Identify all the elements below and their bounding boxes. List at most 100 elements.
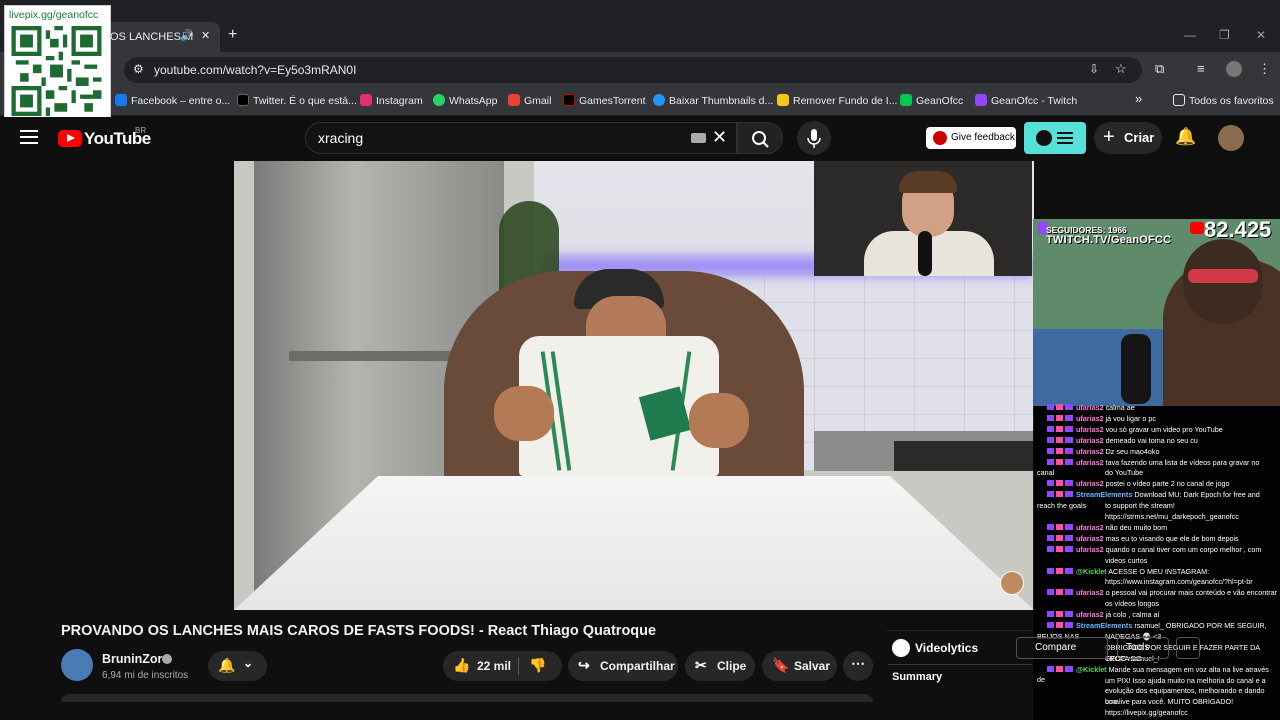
- qr-label: livepix.gg/geanofcc: [9, 9, 99, 21]
- videolytics-toggle-button[interactable]: [1024, 122, 1086, 154]
- close-window-button[interactable]: ✕: [1256, 28, 1266, 42]
- videolytics-title: Videolytics: [915, 641, 979, 655]
- chat-username: @Kicklet: [1076, 566, 1107, 576]
- channel-watermark-avatar[interactable]: [1000, 571, 1024, 595]
- new-tab-button[interactable]: +: [228, 26, 237, 44]
- keyboard-icon[interactable]: [691, 133, 706, 143]
- all-favorites[interactable]: Todos os favoritos: [1173, 94, 1274, 107]
- bookmark-twitter[interactable]: Twitter. É o que está...: [237, 94, 357, 107]
- chat-badge-icon: [1047, 447, 1073, 454]
- kick-icon: [900, 94, 912, 106]
- search-icon: [752, 131, 769, 148]
- chat-message: ufarias2 não deu muito bom: [1037, 523, 1277, 534]
- bookmark-twitch[interactable]: GeanOfcc - Twitch: [975, 94, 1077, 107]
- share-button[interactable]: ↪ Compartilhar: [568, 651, 678, 681]
- star-icon[interactable]: ☆: [1115, 61, 1127, 77]
- hamburger-menu-icon[interactable]: [20, 130, 38, 144]
- bookmark-gamestorrent[interactable]: GamesTorrent: [563, 94, 646, 107]
- verified-icon: [162, 654, 172, 664]
- search-box[interactable]: [305, 122, 737, 154]
- site-info-icon[interactable]: ⚙: [133, 62, 144, 76]
- bookmark-instagram[interactable]: Instagram: [360, 94, 423, 107]
- search-button[interactable]: [737, 122, 783, 154]
- chat-username: ufarias2: [1076, 533, 1104, 543]
- videolytics-more-button[interactable]: [1176, 637, 1200, 659]
- chat-badge-icon: [1047, 425, 1073, 432]
- feedback-logo-icon: [933, 131, 947, 145]
- chat-username: @Kicklet: [1076, 664, 1107, 674]
- chat-username: StreamElements: [1076, 490, 1133, 500]
- media-icon[interactable]: ≡: [1197, 61, 1205, 76]
- close-icon[interactable]: ✕: [201, 29, 210, 42]
- search-input[interactable]: xracing: [318, 130, 363, 146]
- bookmarks-overflow[interactable]: »: [1135, 91, 1142, 106]
- chat-message: ufarias2 já colo , calma aí: [1037, 610, 1277, 621]
- description-box[interactable]: [61, 694, 873, 702]
- minimize-button[interactable]: —: [1184, 28, 1196, 42]
- bookmark-facebook[interactable]: Facebook – entre o...: [115, 94, 230, 107]
- chat-message: do YouTube: [1105, 468, 1144, 478]
- save-button[interactable]: 🔖 Salvar: [762, 651, 837, 681]
- subscriber-text: 6,94 mi de inscritos: [102, 670, 189, 681]
- x-icon: [237, 94, 249, 106]
- profile-avatar[interactable]: [1226, 61, 1242, 77]
- bell-icon: 🔔: [218, 657, 236, 673]
- more-vert-icon[interactable]: ⋮: [1258, 61, 1271, 77]
- chat-message: ufarias2 demeado vai toma no seu cu: [1037, 436, 1277, 447]
- video-scene-right-hand: [689, 393, 749, 448]
- scissors-icon: ✂: [695, 657, 707, 673]
- chat-badge-icon: [1047, 534, 1073, 541]
- chat-username: ufarias2: [1076, 457, 1104, 467]
- chat-badge-icon: [1047, 589, 1073, 596]
- compare-button[interactable]: Compare: [1016, 637, 1108, 659]
- chat-username: ufarias2: [1076, 403, 1104, 412]
- chat-message: ufarias2 vou só gravar um video pro YouT…: [1037, 425, 1277, 436]
- chat-message: ufarias2 Dz seu mao4oko: [1037, 447, 1277, 458]
- bookmark-thumbnails[interactable]: Baixar Thumbnails d...: [653, 94, 773, 107]
- more-actions-button[interactable]: ⋯: [843, 651, 873, 681]
- remove-bg-icon: [777, 94, 789, 106]
- streamer-webcam: [1033, 219, 1280, 406]
- account-avatar[interactable]: [1218, 125, 1244, 151]
- url-text[interactable]: youtube.com/watch?v=Ey5o3mRAN0I: [154, 63, 356, 77]
- video-title: PROVANDO OS LANCHES MAIS CAROS DE FASTS …: [61, 623, 657, 639]
- video-scene-stove: [894, 441, 1034, 471]
- chat-badge-icon: [1047, 665, 1073, 672]
- share-icon: ↪: [578, 657, 590, 673]
- videolytics-menu-icon: [1036, 130, 1073, 146]
- notifications-bell-icon[interactable]: 🔔: [1175, 127, 1196, 147]
- chat-message: ufarias2 já vou ligar o pc: [1037, 414, 1277, 425]
- chat-message: ufarias2 postei o vídeo parte 2 no canal…: [1037, 479, 1277, 490]
- chat-badge-icon: [1047, 480, 1073, 487]
- clip-button[interactable]: ✂ Clipe: [685, 651, 755, 681]
- chat-badge-icon: [1047, 545, 1073, 552]
- youtube-logo-icon[interactable]: [58, 130, 82, 147]
- like-button[interactable]: 👍 22 mil 👎: [443, 651, 562, 681]
- bookmark-whatsapp[interactable]: WhatsApp: [433, 94, 497, 107]
- install-icon[interactable]: ⇩: [1089, 62, 1099, 76]
- whatsapp-icon: [433, 94, 445, 106]
- extensions-icon[interactable]: ⧉: [1155, 61, 1164, 77]
- bookmark-gmail[interactable]: Gmail: [508, 94, 551, 107]
- gamestorrent-icon: [563, 94, 575, 106]
- channel-name[interactable]: BruninZor: [102, 652, 162, 666]
- speaker-icon[interactable]: 🔊: [180, 29, 194, 42]
- chat-badge-icon: [1047, 567, 1073, 574]
- voice-search-button[interactable]: [797, 121, 831, 155]
- more-horiz-icon: ⋯: [851, 655, 865, 671]
- channel-avatar[interactable]: [61, 649, 93, 681]
- folder-icon: [1173, 94, 1185, 106]
- tools-button[interactable]: Tools: [1117, 637, 1169, 659]
- bookmark-icon: 🔖: [772, 657, 790, 673]
- maximize-button[interactable]: ❐: [1219, 28, 1230, 42]
- notification-subscribe-button[interactable]: 🔔 ⌄: [208, 651, 267, 681]
- clear-search-icon[interactable]: ✕: [712, 127, 727, 148]
- chat-username: ufarias2: [1076, 435, 1104, 445]
- thumbs-down-icon[interactable]: 👎: [529, 657, 546, 674]
- chat-message: ufarias2 o pessoal vai procurar mais con…: [1037, 588, 1277, 599]
- twitch-icon: [975, 94, 987, 106]
- chat-message: ufarias2 mas eu to visando que ele de bo…: [1037, 534, 1277, 545]
- bookmark-remove-bg[interactable]: Remover Fundo de I...: [777, 94, 897, 107]
- bookmark-geanofcc[interactable]: GeanOfcc: [900, 94, 963, 107]
- chat-message: @Kicklet ACESSE O MEU INSTAGRAM:: [1037, 567, 1277, 578]
